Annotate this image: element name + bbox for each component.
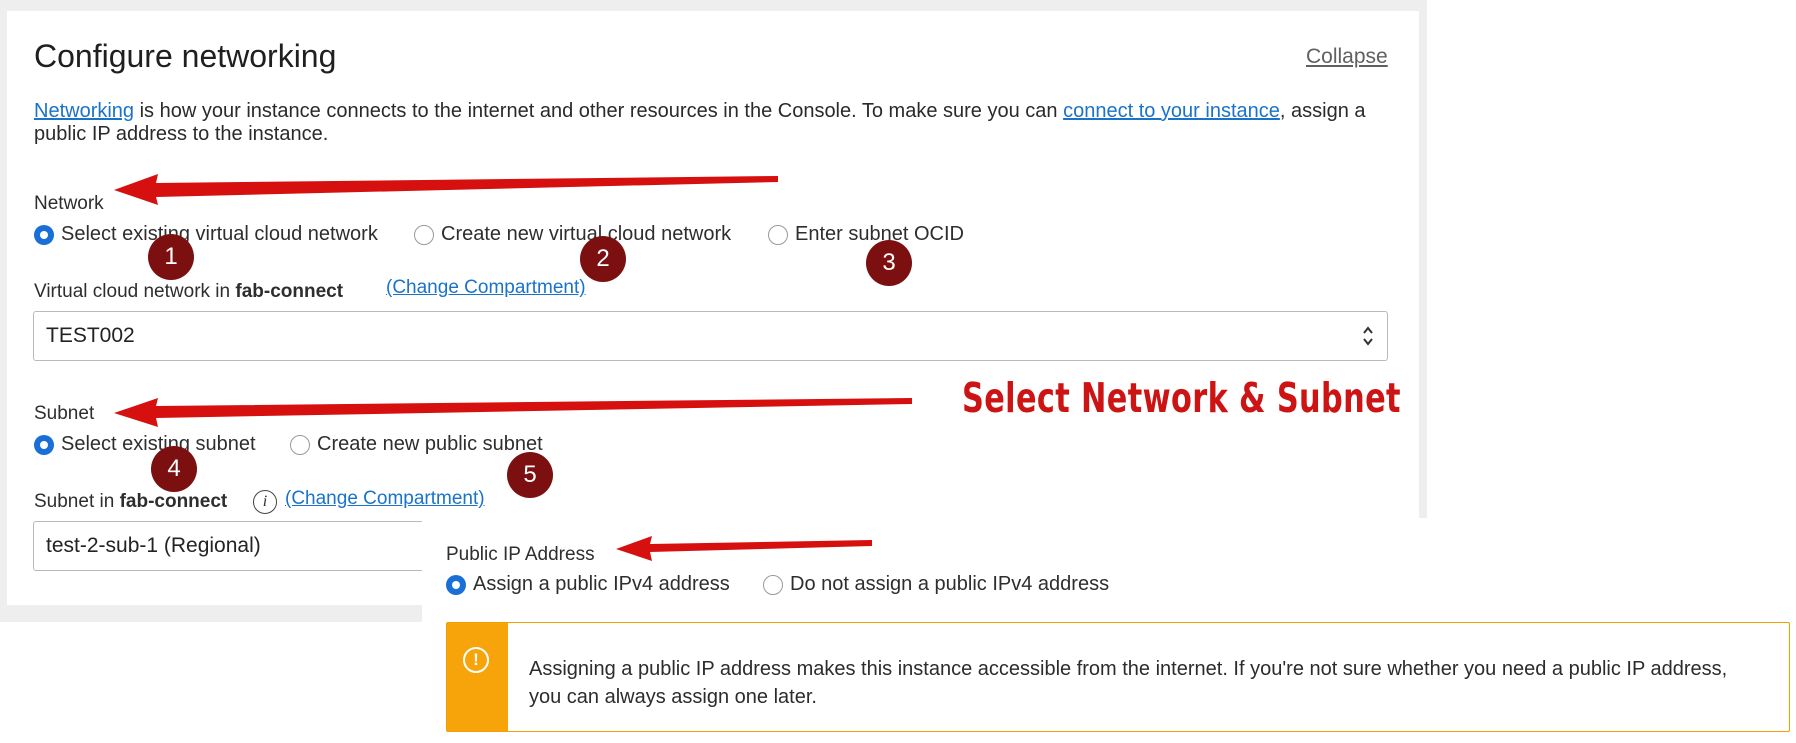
- annotation-title: Select Network & Subnet: [962, 374, 1401, 422]
- arrow-subnet: [114, 398, 912, 427]
- badge-4: 4: [151, 446, 197, 492]
- badge-1: 1: [148, 234, 194, 280]
- badge-2: 2: [580, 236, 626, 282]
- badge-3: 3: [866, 240, 912, 286]
- badge-5: 5: [507, 452, 553, 498]
- annotation-arrows: [114, 174, 912, 561]
- arrow-network: [114, 174, 778, 205]
- arrow-public-ip: [616, 536, 872, 561]
